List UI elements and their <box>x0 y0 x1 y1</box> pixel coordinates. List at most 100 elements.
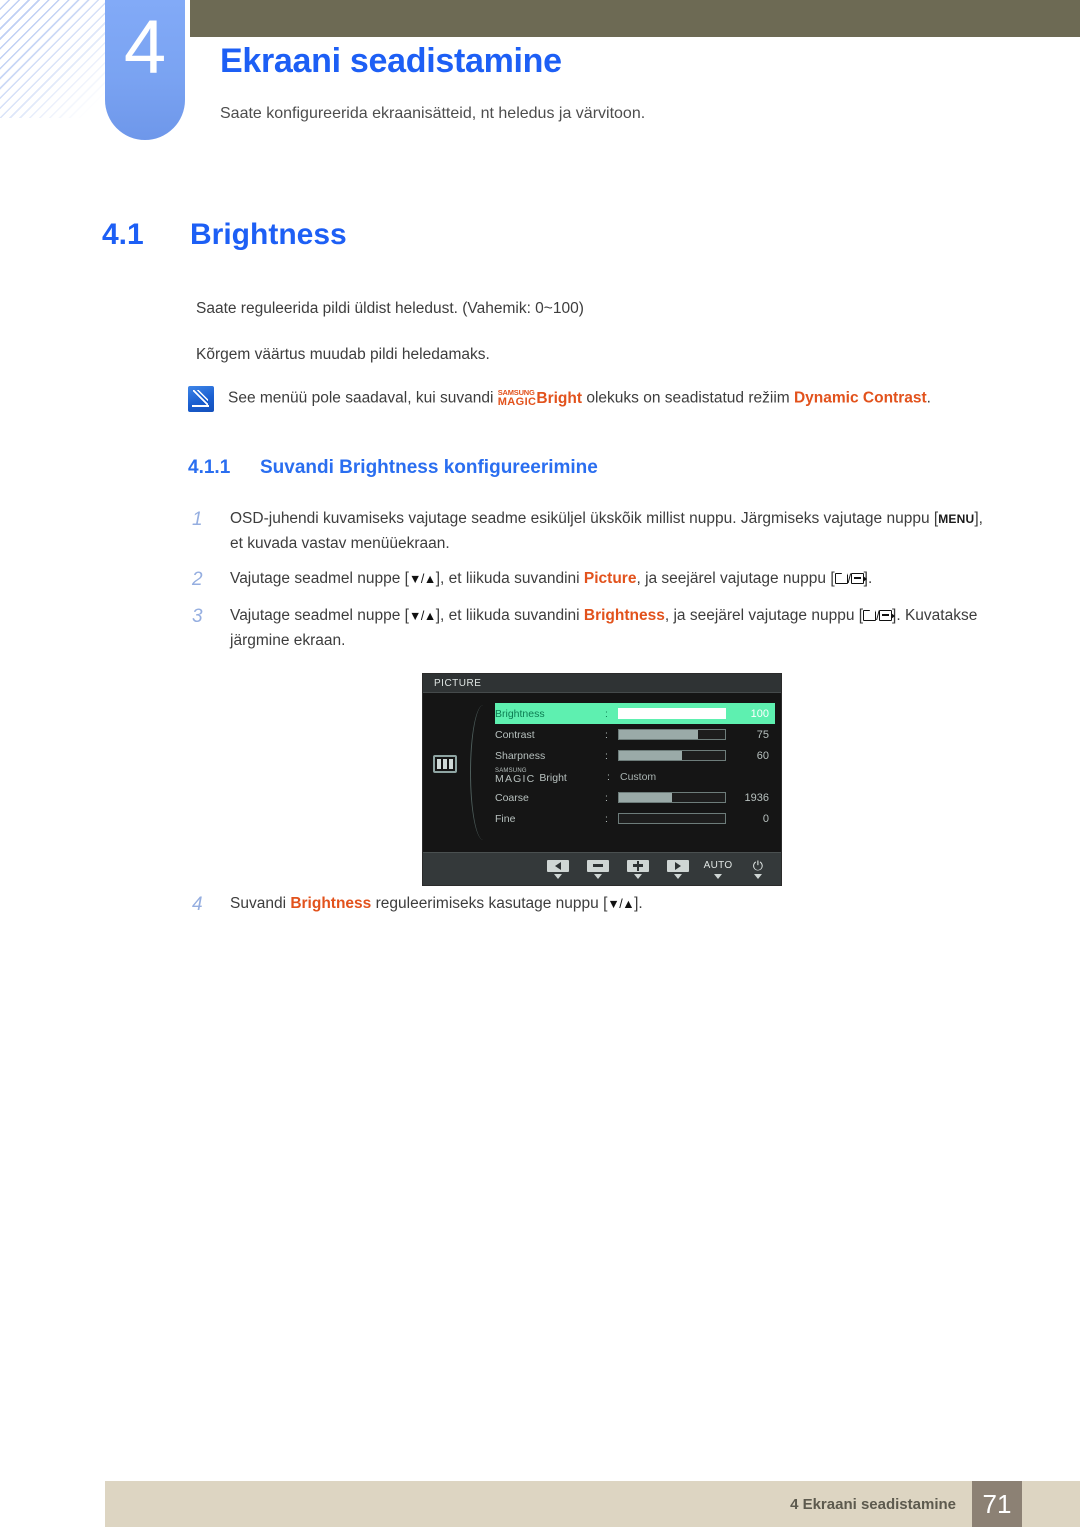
osd-row-brightness[interactable]: Brightness : 100 <box>495 703 775 724</box>
osd-row-contrast[interactable]: Contrast : 75 <box>495 724 775 745</box>
step3-part2: ], et liikuda suvandini <box>435 607 584 624</box>
osd-magicbright-label: SAMSUNG MAGIC Bright <box>495 768 607 785</box>
updown-arrows-icon: ▼/▲ <box>408 572 436 586</box>
step3-accent: Brightness <box>583 607 665 624</box>
osd-row-list: Brightness : 100 Contrast : 75 Sharpness… <box>495 703 775 829</box>
step-text: Suvandi Brightness reguleerimiseks kasut… <box>230 891 643 919</box>
magic-bright-label: Bright <box>536 390 583 407</box>
step1-part1: OSD-juhendi kuvamiseks vajutage seadme e… <box>230 510 939 527</box>
note-text: See menüü pole saadaval, kui suvandi SAM… <box>228 386 931 410</box>
osd-colon: : <box>604 749 608 762</box>
section-heading: 4.1 Brightness <box>102 218 347 252</box>
osd-slider[interactable] <box>617 792 726 803</box>
power-icon: ⏻ <box>752 858 764 873</box>
osd-value: Custom <box>620 770 657 783</box>
osd-slider[interactable] <box>617 729 726 740</box>
osd-magic-bright: Bright <box>539 771 567 784</box>
power-button[interactable]: ⏻ <box>745 858 771 879</box>
step-text: Vajutage seadmel nuppe [▼/▲], et liikuda… <box>230 607 978 650</box>
plus-button[interactable] <box>625 859 651 879</box>
updown-arrows-icon: ▼/▲ <box>607 897 635 911</box>
osd-colon: : <box>604 812 608 825</box>
footer-chapter-label: 4 Ekraani seadistamine <box>790 1495 956 1513</box>
chapter-number: 4 <box>123 5 167 90</box>
osd-label: Brightness <box>495 707 545 720</box>
osd-label: Coarse <box>495 791 529 804</box>
osd-label: Sharpness <box>495 749 546 762</box>
auto-button[interactable]: AUTO <box>703 860 733 879</box>
osd-colon: : <box>604 791 608 804</box>
osd-label: Contrast <box>495 728 535 741</box>
osd-value: 0 <box>762 812 769 825</box>
auto-button-label: AUTO <box>703 860 733 871</box>
step-text: OSD-juhendi kuvamiseks vajutage seadme e… <box>230 506 992 556</box>
section-paragraph-1: Saate reguleerida pildi üldist heledust.… <box>196 300 584 317</box>
chapter-subtitle: Saate konfigureerida ekraanisätteid, nt … <box>220 105 646 122</box>
osd-row-sharpness[interactable]: Sharpness : 60 <box>495 745 775 766</box>
step4-accent: Brightness <box>290 895 372 912</box>
step2-part1: Vajutage seadmel nuppe [ <box>230 570 409 587</box>
magic-magic-label: MAGIC <box>497 395 537 408</box>
osd-colon: : <box>604 707 608 720</box>
step4-part1: Suvandi <box>230 895 291 912</box>
osd-value: 1936 <box>744 791 769 804</box>
osd-body: Brightness : 100 Contrast : 75 Sharpness… <box>423 693 781 853</box>
osd-colon: : <box>607 770 610 783</box>
enter-key-icon <box>850 573 867 584</box>
osd-row-fine[interactable]: Fine : 0 <box>495 808 775 829</box>
note-accent-term: Dynamic Contrast <box>793 389 927 407</box>
step-index: 4 <box>192 894 203 915</box>
page-footer: 4 Ekraani seadistamine 71 <box>105 1481 1080 1527</box>
step3-part3: , ja seejärel vajutage nuppu [ <box>664 607 864 624</box>
osd-row-coarse[interactable]: Coarse : 1936 <box>495 787 775 808</box>
osd-slider[interactable] <box>617 708 726 719</box>
note-text-middle: olekuks on seadistatud režiim <box>586 389 790 407</box>
menu-key-label: MENU <box>938 512 975 526</box>
note-text-after: . <box>926 389 931 407</box>
chapter-title: Ekraani seadistamine <box>220 42 562 80</box>
step-text: Vajutage seadmel nuppe [▼/▲], et liikuda… <box>230 570 873 587</box>
step3-part1: Vajutage seadmel nuppe [ <box>230 607 409 624</box>
osd-brace-decoration <box>470 705 492 840</box>
osd-button-bar: AUTO ⏻ <box>423 852 781 885</box>
step2-accent: Picture <box>583 570 637 587</box>
step-index: 1 <box>192 509 203 530</box>
step-index: 2 <box>192 569 203 590</box>
step4-part2: reguleerimiseks kasutage nuppu [ <box>371 895 608 912</box>
updown-arrows-icon: ▼/▲ <box>408 609 436 623</box>
step-item: 2 Vajutage seadmel nuppe [▼/▲], et liiku… <box>192 566 992 594</box>
step-index: 3 <box>192 606 203 627</box>
picture-bars-icon <box>433 755 457 773</box>
section-number: 4.1 <box>102 218 144 251</box>
osd-value: 75 <box>756 728 769 741</box>
section-title: Brightness <box>190 218 347 251</box>
page-number: 71 <box>972 1481 1022 1527</box>
note-text-before: See menüü pole saadaval, kui suvandi <box>228 389 494 407</box>
step-item: 4 Suvandi Brightness reguleerimiseks kas… <box>192 891 992 919</box>
note-pen-icon <box>188 386 214 412</box>
osd-value: 100 <box>750 707 769 720</box>
header-brown-bar <box>190 0 1080 37</box>
osd-magic-magic: MAGIC <box>495 773 536 786</box>
osd-slider[interactable] <box>617 813 726 824</box>
step2-part2: ], et liikuda suvandini <box>435 570 584 587</box>
minus-button[interactable] <box>585 859 611 879</box>
enter-key-icon <box>879 610 896 621</box>
decorative-stripes <box>0 0 120 118</box>
step4-part3: ]. <box>634 895 643 912</box>
step-item: 1 OSD-juhendi kuvamiseks vajutage seadme… <box>192 506 992 556</box>
osd-menu-screenshot: PICTURE Brightness : 100 Contrast : 75 S… <box>422 673 782 886</box>
left-arrow-button[interactable] <box>545 859 571 879</box>
osd-row-magicbright[interactable]: SAMSUNG MAGIC Bright : Custom <box>495 766 775 787</box>
magicbright-logo: SAMSUNG MAGIC Bright <box>498 388 582 411</box>
osd-colon: : <box>604 728 608 741</box>
osd-slider[interactable] <box>617 750 726 761</box>
osd-title: PICTURE <box>423 674 781 693</box>
section-paragraph-2: Kõrgem väärtus muudab pildi heledamaks. <box>196 346 490 363</box>
chapter-number-badge: 4 <box>105 0 185 140</box>
osd-label: Fine <box>495 812 516 825</box>
note-block: See menüü pole saadaval, kui suvandi SAM… <box>188 386 1008 412</box>
subsection-number: 4.1.1 <box>188 457 231 478</box>
right-arrow-button[interactable] <box>665 859 691 879</box>
subsection-heading: 4.1.1 Suvandi Brightness konfigureerimine <box>188 457 598 479</box>
